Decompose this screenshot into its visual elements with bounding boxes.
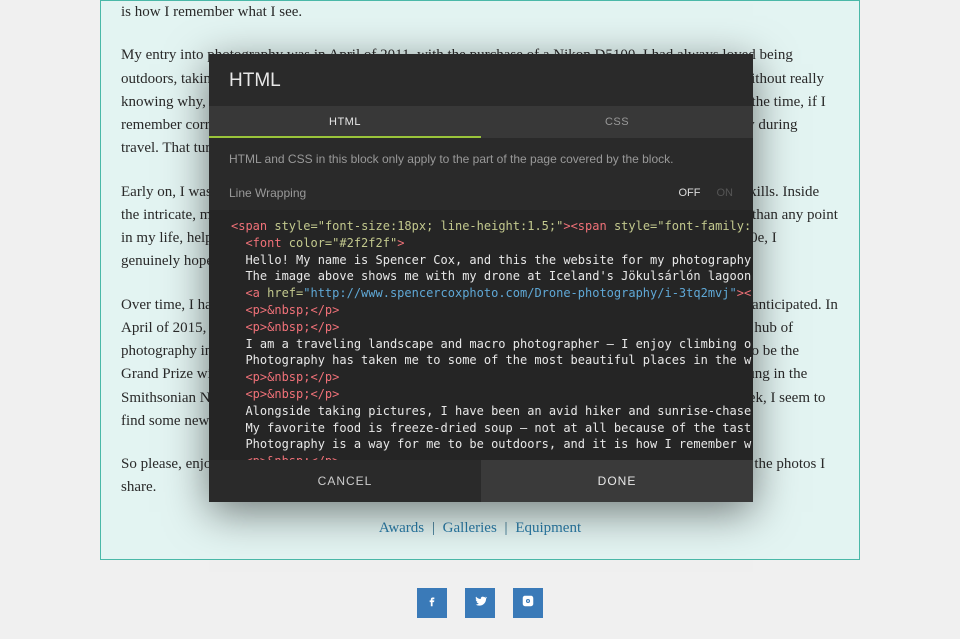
html-editor-modal: HTML HTML CSS HTML and CSS in this block… (209, 54, 753, 502)
link-awards[interactable]: Awards (379, 520, 424, 536)
code-token: <a (231, 286, 267, 300)
link-separator: | (432, 520, 435, 536)
modal-description: HTML and CSS in this block only apply to… (209, 138, 753, 180)
code-line: <p>&nbsp;</p> (231, 387, 339, 401)
line-wrapping-toggle: OFF ON (679, 187, 734, 199)
code-line: <p>&nbsp;</p> (231, 320, 339, 334)
instagram-button[interactable] (513, 588, 543, 618)
line-wrapping-row: Line Wrapping OFF ON (209, 180, 753, 210)
modal-actions: CANCEL DONE (209, 460, 753, 502)
code-token: style= (274, 219, 317, 233)
paragraph-tail: is how I remember what I see. (121, 1, 839, 24)
code-line: Hello! My name is Spencer Cox, and this … (231, 253, 751, 267)
facebook-icon (425, 594, 439, 613)
link-separator: | (505, 520, 508, 536)
modal-title: HTML (209, 54, 753, 106)
code-token: style= (614, 219, 657, 233)
instagram-icon (521, 594, 535, 613)
link-equipment[interactable]: Equipment (515, 520, 581, 536)
code-token: <span (231, 219, 274, 233)
code-line: Alongside taking pictures, I have been a… (231, 404, 751, 418)
code-token: ><span (563, 219, 614, 233)
code-token: "font-family: (657, 219, 751, 233)
toggle-off[interactable]: OFF (679, 187, 701, 199)
code-line: Photography is a way for me to be outdoo… (231, 437, 751, 451)
code-line: The image above shows me with my drone a… (231, 269, 751, 283)
code-token: color= (289, 236, 332, 250)
code-token: "http://www.spencercoxphoto.com/Drone-ph… (303, 286, 736, 300)
cancel-button[interactable]: CANCEL (209, 460, 481, 502)
code-token: > (397, 236, 404, 250)
footer-links: Awards | Galleries | Equipment (121, 520, 839, 537)
code-line: <p>&nbsp;</p> (231, 370, 339, 384)
twitter-button[interactable] (465, 588, 495, 618)
code-line: My favorite food is freeze-dried soup — … (231, 421, 751, 435)
line-wrapping-label: Line Wrapping (229, 186, 306, 200)
tab-html[interactable]: HTML (209, 106, 481, 138)
code-token: "font-size:18px; line-height:1.5;" (318, 219, 564, 233)
facebook-button[interactable] (417, 588, 447, 618)
done-button[interactable]: DONE (481, 460, 753, 502)
link-galleries[interactable]: Galleries (443, 520, 497, 536)
social-icons-row (0, 588, 960, 618)
code-token: href= (267, 286, 303, 300)
code-line: Photography has taken me to some of the … (231, 353, 751, 367)
code-line: <p>&nbsp;</p> (231, 303, 339, 317)
twitter-icon (473, 594, 487, 613)
code-token: <font (231, 236, 289, 250)
toggle-on[interactable]: ON (717, 187, 734, 199)
code-editor[interactable]: <span style="font-size:18px; line-height… (209, 210, 753, 460)
code-token: >< (737, 286, 751, 300)
tab-css[interactable]: CSS (481, 106, 753, 138)
code-line: I am a traveling landscape and macro pho… (231, 337, 751, 351)
code-token: "#2f2f2f" (332, 236, 397, 250)
modal-tabs: HTML CSS (209, 106, 753, 138)
